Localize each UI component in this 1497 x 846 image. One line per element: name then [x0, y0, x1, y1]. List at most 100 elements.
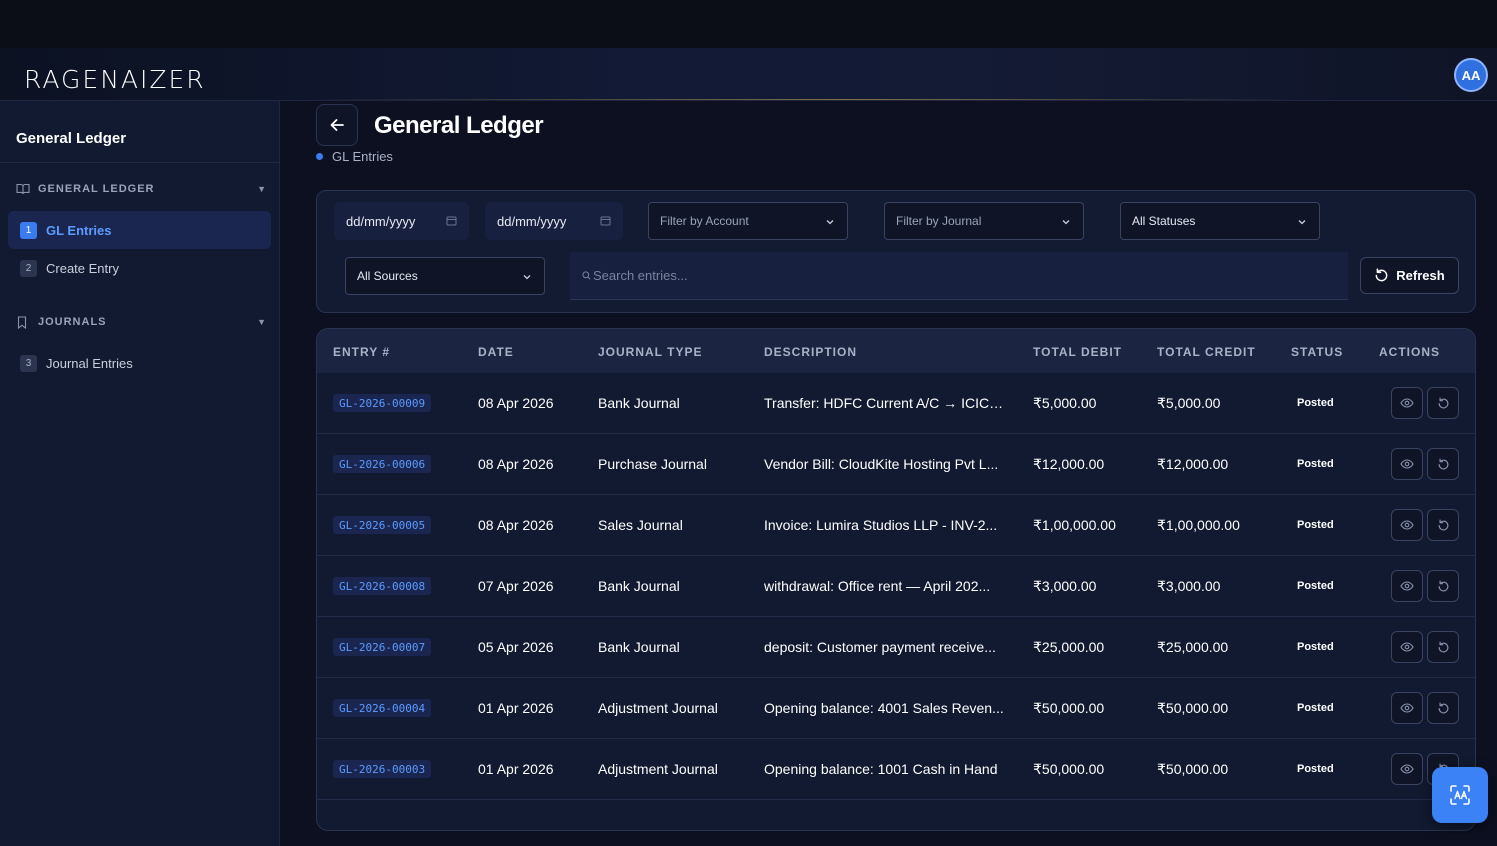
source-filter-select[interactable]: All Sources [345, 257, 545, 295]
column-header-total-credit[interactable]: TOTAL CREDIT [1157, 345, 1256, 359]
reverse-icon [1437, 641, 1450, 654]
sidebar-item-create-entry[interactable]: 2 Create Entry [8, 249, 271, 287]
section-general-ledger[interactable]: GENERAL LEDGER ▼ [16, 180, 266, 198]
view-entry-button[interactable] [1391, 570, 1423, 602]
assistant-fab-button[interactable] [1432, 767, 1488, 823]
user-avatar[interactable]: AA [1454, 58, 1488, 92]
journal-type: Adjustment Journal [598, 761, 718, 777]
sidebar-item-label: Journal Entries [46, 355, 133, 371]
reverse-entry-button[interactable] [1427, 448, 1459, 480]
journal-type: Bank Journal [598, 395, 680, 411]
total-credit: ₹50,000.00 [1157, 700, 1229, 716]
top-strip [0, 0, 1497, 48]
item-number-badge: 2 [20, 259, 37, 277]
total-debit: ₹5,000.00 [1033, 395, 1097, 411]
entry-number-link[interactable]: GL-2026-00003 [333, 760, 432, 778]
chevron-down-icon[interactable]: ▼ [257, 184, 266, 194]
sidebar-item-gl-entries[interactable]: 1 GL Entries [8, 211, 271, 249]
entry-number-link[interactable]: GL-2026-00009 [333, 394, 432, 412]
item-number-badge: 3 [20, 354, 37, 372]
entry-date: 01 Apr 2026 [478, 700, 554, 716]
journal-type: Bank Journal [598, 639, 680, 655]
reverse-entry-button[interactable] [1427, 509, 1459, 541]
date-from-input[interactable]: dd/mm/yyyy [334, 202, 469, 240]
reverse-entry-button[interactable] [1427, 387, 1459, 419]
entry-description: Vendor Bill: CloudKite Hosting Pvt L... [764, 456, 999, 472]
eye-icon [1400, 579, 1414, 593]
entry-number-link[interactable]: GL-2026-00004 [333, 699, 432, 717]
breadcrumb: GL Entries [316, 149, 393, 164]
view-entry-button[interactable] [1391, 631, 1423, 663]
filter-panel: dd/mm/yyyy dd/mm/yyyy Filter by Account … [316, 190, 1476, 313]
column-header-status[interactable]: STATUS [1291, 345, 1343, 359]
table-row[interactable]: GL-2026-00004 01 Apr 2026 Adjustment Journ… [317, 678, 1475, 739]
view-entry-button[interactable] [1391, 448, 1423, 480]
chevron-down-icon [1061, 216, 1071, 230]
refresh-button[interactable]: Refresh [1360, 257, 1459, 294]
sidebar-item-journal-entries[interactable]: 3 Journal Entries [8, 344, 271, 382]
view-entry-button[interactable] [1391, 509, 1423, 541]
entry-date: 01 Apr 2026 [478, 761, 554, 777]
section-journals[interactable]: JOURNALS ▼ [16, 313, 266, 331]
chevron-down-icon [1297, 216, 1307, 230]
table-row[interactable]: GL-2026-00009 08 Apr 2026 Bank Journal Tran… [317, 373, 1475, 434]
journal-type: Bank Journal [598, 578, 680, 594]
entry-description: Invoice: Lumira Studios LLP - INV-2... [764, 517, 998, 533]
journal-filter-select[interactable]: Filter by Journal [884, 202, 1084, 240]
reverse-icon [1437, 519, 1450, 532]
journal-filter-value: Filter by Journal [896, 214, 982, 228]
chevron-down-icon[interactable]: ▼ [257, 317, 266, 327]
status-filter-select[interactable]: All Statuses [1120, 202, 1320, 240]
date-to-input[interactable]: dd/mm/yyyy [485, 202, 623, 240]
entry-date: 08 Apr 2026 [478, 517, 554, 533]
calendar-icon[interactable] [600, 214, 611, 229]
total-debit: ₹50,000.00 [1033, 700, 1105, 716]
reverse-entry-button[interactable] [1427, 570, 1459, 602]
sidebar-item-label: GL Entries [46, 222, 112, 238]
entry-description: Transfer: HDFC Current A/C → ICICI... [764, 395, 1004, 411]
column-header-actions: ACTIONS [1379, 345, 1440, 359]
journal-type: Sales Journal [598, 517, 683, 533]
date-from-placeholder: dd/mm/yyyy [346, 213, 416, 229]
view-entry-button[interactable] [1391, 692, 1423, 724]
entry-number-link[interactable]: GL-2026-00008 [333, 577, 432, 595]
back-button[interactable] [316, 104, 358, 146]
entry-number-link[interactable]: GL-2026-00007 [333, 638, 432, 656]
account-filter-select[interactable]: Filter by Account [648, 202, 848, 240]
column-header-total-debit[interactable]: TOTAL DEBIT [1033, 345, 1122, 359]
status-badge: Posted [1297, 641, 1334, 653]
column-header-description[interactable]: DESCRIPTION [764, 345, 857, 359]
journal-type: Adjustment Journal [598, 700, 718, 716]
search-input[interactable] [593, 268, 1293, 283]
table-row[interactable]: GL-2026-00007 05 Apr 2026 Bank Journal depo… [317, 617, 1475, 678]
entry-number-link[interactable]: GL-2026-00005 [333, 516, 432, 534]
status-badge: Posted [1297, 702, 1334, 714]
column-header-entry[interactable]: ENTRY # [333, 345, 390, 359]
calendar-icon[interactable] [446, 214, 457, 229]
table-row[interactable]: GL-2026-00005 08 Apr 2026 Sales Journal Inv… [317, 495, 1475, 556]
reverse-icon [1437, 580, 1450, 593]
chevron-down-icon [522, 271, 532, 285]
column-header-journal-type[interactable]: JOURNAL TYPE [598, 345, 702, 359]
eye-icon [1400, 396, 1414, 410]
entry-description: Opening balance: 4001 Sales Reven... [764, 700, 1004, 716]
column-header-date[interactable]: DATE [478, 345, 514, 359]
entry-number-link[interactable]: GL-2026-00006 [333, 455, 432, 473]
reverse-icon [1437, 397, 1450, 410]
entry-description: Opening balance: 1001 Cash in Hand [764, 761, 998, 777]
app-logo[interactable]: RAGENAIZER [24, 65, 206, 94]
breadcrumb-label[interactable]: GL Entries [332, 149, 393, 164]
view-entry-button[interactable] [1391, 753, 1423, 785]
reverse-entry-button[interactable] [1427, 631, 1459, 663]
sidebar: General Ledger GENERAL LEDGER ▼ 1 GL Ent… [0, 101, 280, 846]
total-credit: ₹1,00,000.00 [1157, 517, 1240, 533]
table-row[interactable]: GL-2026-00008 07 Apr 2026 Bank Journal with… [317, 556, 1475, 617]
total-credit: ₹50,000.00 [1157, 761, 1229, 777]
status-badge: Posted [1297, 519, 1334, 531]
search-icon [582, 271, 591, 280]
item-number-badge: 1 [20, 221, 37, 239]
table-row[interactable]: GL-2026-00006 08 Apr 2026 Purchase Journal… [317, 434, 1475, 495]
table-row[interactable]: GL-2026-00003 01 Apr 2026 Adjustment Journ… [317, 739, 1475, 800]
reverse-entry-button[interactable] [1427, 692, 1459, 724]
view-entry-button[interactable] [1391, 387, 1423, 419]
